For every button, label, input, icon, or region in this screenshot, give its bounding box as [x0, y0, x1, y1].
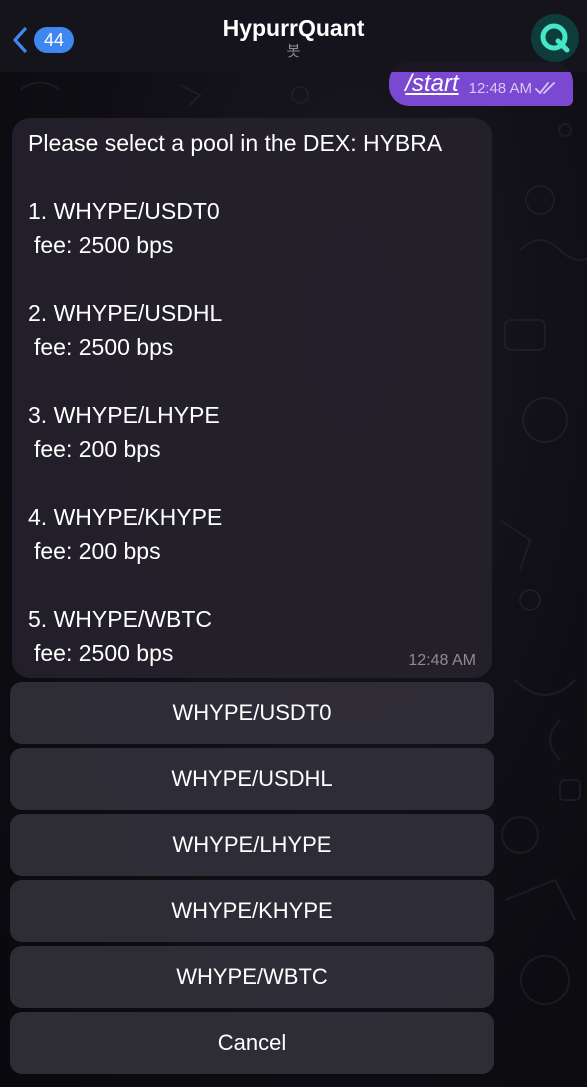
q-logo-icon [540, 23, 570, 53]
chat-header: 44 HypurrQuant 봇 [0, 0, 587, 72]
pool-button-usdt0[interactable]: WHYPE/USDT0 [10, 682, 494, 744]
start-command-link[interactable]: /start [405, 70, 458, 98]
pool-fee: fee: 200 bps [34, 436, 161, 462]
pool-button-usdhl[interactable]: WHYPE/USDHL [10, 748, 494, 810]
incoming-time: 12:48 AM [408, 652, 476, 669]
pool-button-lhype[interactable]: WHYPE/LHYPE [10, 814, 494, 876]
double-check-icon [535, 82, 555, 95]
outgoing-meta: 12:48 AM [469, 80, 559, 97]
pool-item: 2. WHYPE/USDHL fee: 2500 bps [28, 296, 476, 364]
inline-keyboard: WHYPE/USDT0 WHYPE/USDHL WHYPE/LHYPE WHYP… [10, 682, 494, 1078]
pool-name: 5. WHYPE/WBTC [28, 606, 213, 632]
pool-fee: fee: 200 bps [34, 538, 161, 564]
pool-name: 4. WHYPE/KHYPE [28, 504, 223, 530]
outgoing-time: 12:48 AM [468, 79, 532, 97]
pool-button-khype[interactable]: WHYPE/KHYPE [10, 880, 494, 942]
chat-title-block[interactable]: HypurrQuant 봇 [0, 14, 587, 62]
pool-fee: fee: 2500 bps [34, 334, 174, 360]
pool-name: 1. WHYPE/USDT0 [28, 198, 220, 224]
pool-item: 1. WHYPE/USDT0 fee: 2500 bps [28, 194, 476, 262]
chat-title: HypurrQuant [222, 15, 365, 41]
message-intro: Please select a pool in the DEX: HYBRA [28, 130, 443, 156]
incoming-message: Please select a pool in the DEX: HYBRA 1… [12, 118, 492, 678]
pool-fee: fee: 2500 bps [34, 232, 174, 258]
chat-screen: 44 HypurrQuant 봇 /start 12:48 AM Please … [0, 0, 587, 1087]
pool-item: 3. WHYPE/LHYPE fee: 200 bps [28, 398, 476, 466]
cancel-button[interactable]: Cancel [10, 1012, 494, 1074]
chat-subtitle: 봇 [286, 43, 301, 60]
pool-item: 4. WHYPE/KHYPE fee: 200 bps [28, 500, 476, 568]
pool-name: 2. WHYPE/USDHL [28, 300, 223, 326]
pool-name: 3. WHYPE/LHYPE [28, 402, 220, 428]
pool-button-wbtc[interactable]: WHYPE/WBTC [10, 946, 494, 1008]
bot-avatar[interactable] [531, 14, 579, 62]
